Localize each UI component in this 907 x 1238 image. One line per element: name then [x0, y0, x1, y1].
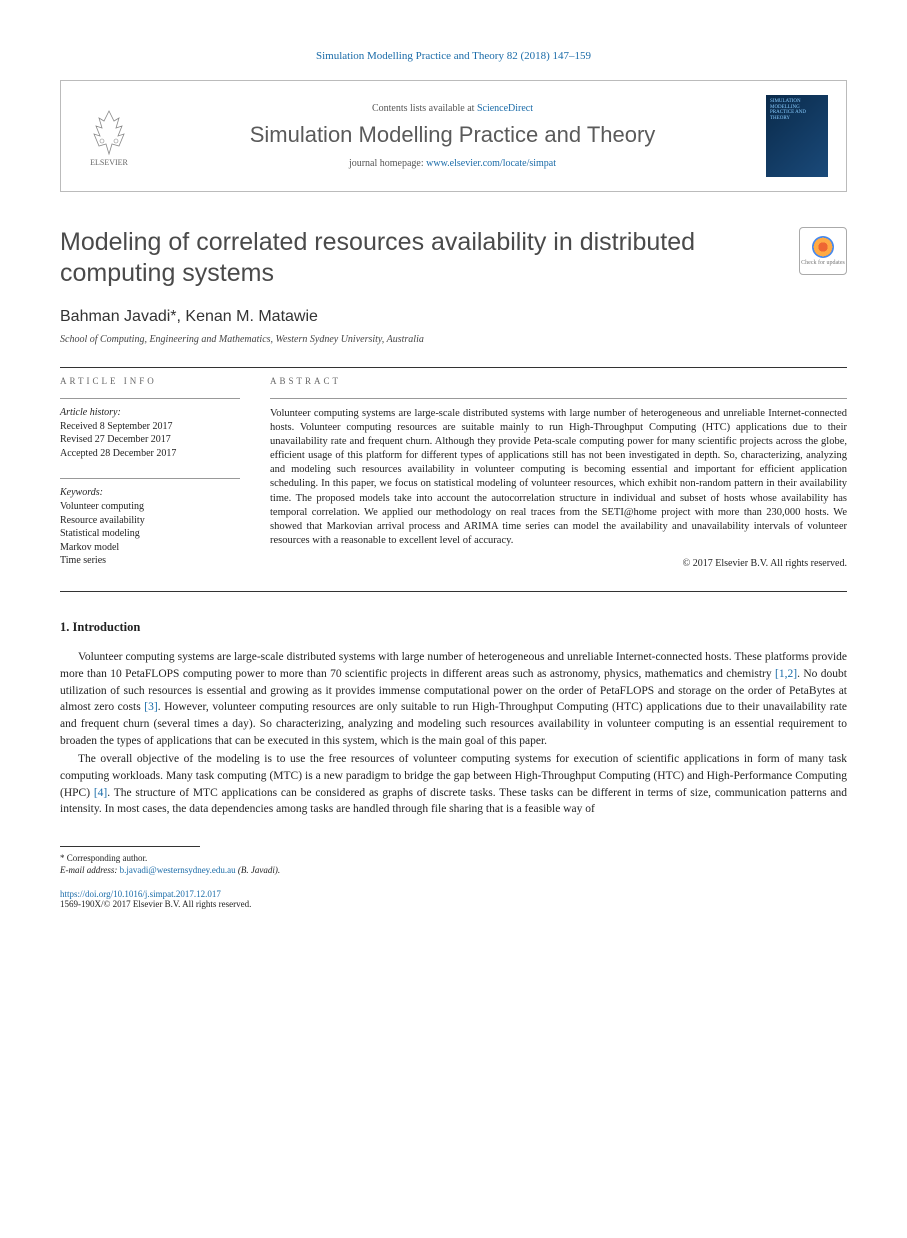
article-info-label: ARTICLE INFO — [60, 376, 240, 386]
history-label: Article history: — [60, 407, 240, 418]
thin-divider — [270, 398, 847, 399]
abstract-column: ABSTRACT Volunteer computing systems are… — [270, 376, 847, 570]
keyword: Time series — [60, 554, 240, 568]
journal-header-box: ELSEVIER Contents lists available at Sci… — [60, 80, 847, 192]
check-updates-badge[interactable]: Check for updates — [799, 227, 847, 275]
journal-cover-thumb: SIMULATION MODELLING PRACTICE AND THEORY — [766, 95, 828, 177]
journal-name: Simulation Modelling Practice and Theory — [155, 122, 750, 148]
keyword: Volunteer computing — [60, 500, 240, 514]
citation-ref[interactable]: [4] — [94, 787, 107, 799]
history-item: Accepted 28 December 2017 — [60, 447, 240, 461]
footer-divider — [60, 846, 200, 847]
history-item: Received 8 September 2017 — [60, 420, 240, 434]
thin-divider — [60, 478, 240, 479]
corresp-text: Corresponding author. — [67, 853, 148, 863]
keyword: Resource availability — [60, 514, 240, 528]
publisher-label: ELSEVIER — [90, 158, 128, 167]
body-paragraph: Volunteer computing systems are large-sc… — [60, 649, 847, 749]
abstract-copyright: © 2017 Elsevier B.V. All rights reserved… — [270, 558, 847, 569]
intro-heading: 1. Introduction — [60, 620, 847, 635]
article-info-column: ARTICLE INFO Article history: Received 8… — [60, 376, 240, 570]
issn-line: 1569-190X/© 2017 Elsevier B.V. All right… — [60, 899, 847, 909]
doi-line: https://doi.org/10.1016/j.simpat.2017.12… — [60, 889, 847, 899]
updates-icon — [812, 236, 834, 258]
citation-header: Simulation Modelling Practice and Theory… — [60, 50, 847, 62]
corresp-marker: * — [60, 853, 67, 863]
sciencedirect-link[interactable]: ScienceDirect — [477, 103, 533, 114]
history-item: Revised 27 December 2017 — [60, 433, 240, 447]
para-text: . The structure of MTC applications can … — [60, 787, 847, 816]
elsevier-tree-icon — [84, 106, 134, 156]
contents-prefix: Contents lists available at — [372, 103, 477, 114]
homepage-line: journal homepage: www.elsevier.com/locat… — [155, 158, 750, 169]
homepage-link[interactable]: www.elsevier.com/locate/simpat — [426, 158, 556, 169]
para-text: Volunteer computing systems are large-sc… — [60, 651, 847, 680]
thin-divider — [60, 398, 240, 399]
abstract-label: ABSTRACT — [270, 376, 847, 386]
divider — [60, 591, 847, 592]
elsevier-logo: ELSEVIER — [79, 101, 139, 171]
divider — [60, 367, 847, 368]
doi-link[interactable]: https://doi.org/10.1016/j.simpat.2017.12… — [60, 889, 221, 899]
updates-label: Check for updates — [801, 260, 845, 266]
email-suffix: (B. Javadi). — [236, 865, 280, 875]
authors: Bahman Javadi*, Kenan M. Matawie — [60, 308, 847, 326]
para-text: . However, volunteer computing resources… — [60, 701, 847, 746]
keyword: Statistical modeling — [60, 527, 240, 541]
homepage-prefix: journal homepage: — [349, 158, 426, 169]
keywords-label: Keywords: — [60, 487, 240, 498]
contents-line: Contents lists available at ScienceDirec… — [155, 103, 750, 114]
email-line: E-mail address: b.javadi@westernsydney.e… — [60, 865, 847, 875]
article-title: Modeling of correlated resources availab… — [60, 227, 779, 290]
keyword: Markov model — [60, 541, 240, 555]
body-paragraph: The overall objective of the modeling is… — [60, 751, 847, 818]
citation-ref[interactable]: [3] — [144, 701, 157, 713]
email-label: E-mail address: — [60, 865, 120, 875]
citation-ref[interactable]: [1,2] — [775, 668, 797, 680]
affiliation: School of Computing, Engineering and Mat… — [60, 334, 847, 345]
author-email-link[interactable]: b.javadi@westernsydney.edu.au — [120, 865, 236, 875]
abstract-text: Volunteer computing systems are large-sc… — [270, 407, 847, 549]
corresponding-author: * Corresponding author. — [60, 853, 847, 863]
